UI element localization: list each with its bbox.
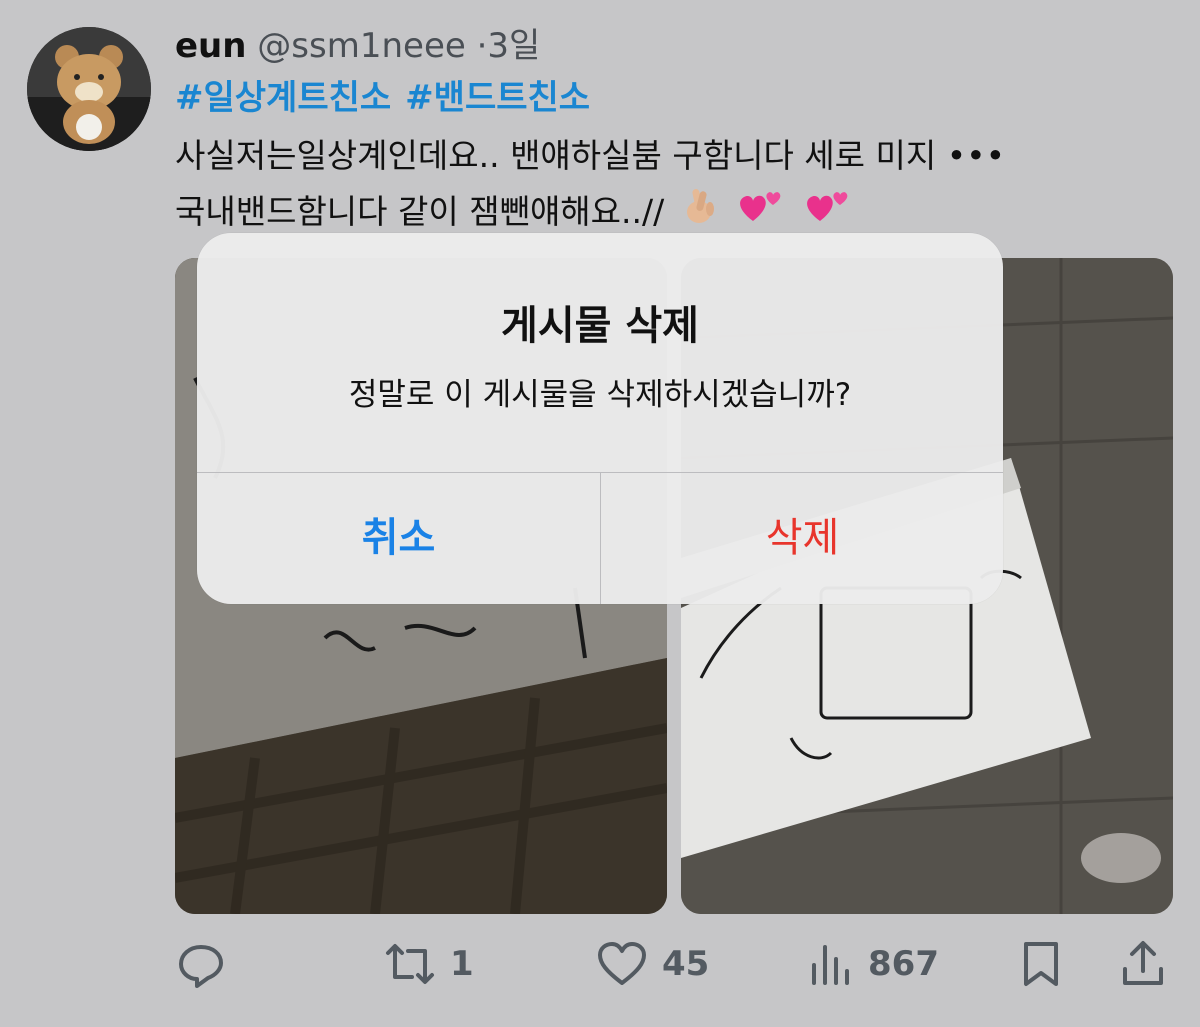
share-button[interactable] (1120, 938, 1166, 990)
retweet-count: 1 (450, 944, 474, 984)
reply-button[interactable] (176, 938, 240, 990)
dialog-title: 게시물 삭제 (501, 303, 699, 349)
like-count: 45 (662, 944, 710, 984)
views-count: 867 (868, 944, 939, 984)
tweet-text: 사실저는일상계인데요.. 밴얘하실붐 구함니다 세로 미지 ••• 국내밴드함니… (175, 128, 1165, 240)
hashtags: #일상계트친소 #밴드트친소 (175, 76, 604, 120)
retweet-button[interactable]: 1 (384, 938, 474, 990)
hashtag-link[interactable]: #일상계트친소 (175, 78, 391, 118)
like-button[interactable]: 45 (596, 938, 709, 990)
bookmark-icon (1024, 942, 1058, 986)
share-icon (1123, 941, 1163, 985)
tweet-header: eun @ssm1neee ·3일 (175, 24, 540, 68)
retweet-icon (386, 944, 434, 984)
hashtag-link[interactable]: #밴드트친소 (405, 78, 590, 118)
header-separator: · (476, 26, 488, 66)
user-avatar[interactable] (27, 27, 151, 151)
heart-icon (598, 942, 646, 985)
dialog-message: 정말로 이 게시물을 삭제하시겠습니까? (348, 377, 852, 413)
delete-confirmation-dialog: 게시물 삭제 정말로 이 게시물을 삭제하시겠습니까? 취소 삭제 (197, 233, 1003, 604)
bear-plush-avatar-image (27, 27, 151, 151)
display-name[interactable]: eun (175, 26, 246, 66)
post-time[interactable]: 3일 (487, 26, 540, 66)
tweet-text-line-2: 국내밴드함니다 같이 잼뺀얘해요..// (175, 184, 1165, 240)
cancel-button[interactable]: 취소 (197, 473, 600, 604)
tweet-text-line: 국내밴드함니다 같이 잼뺀얘해요..// (175, 192, 665, 231)
views-chart-icon (812, 945, 849, 985)
views-button[interactable]: 867 (808, 938, 939, 990)
tweet-text-line: 사실저는일상계인데요.. 밴얘하실붐 구함니다 세로 미지 ••• (175, 136, 1006, 175)
reply-icon (179, 945, 223, 988)
bookmark-button[interactable] (1020, 938, 1062, 990)
delete-button[interactable]: 삭제 (601, 473, 1003, 604)
user-handle[interactable]: @ssm1neee (257, 26, 465, 66)
